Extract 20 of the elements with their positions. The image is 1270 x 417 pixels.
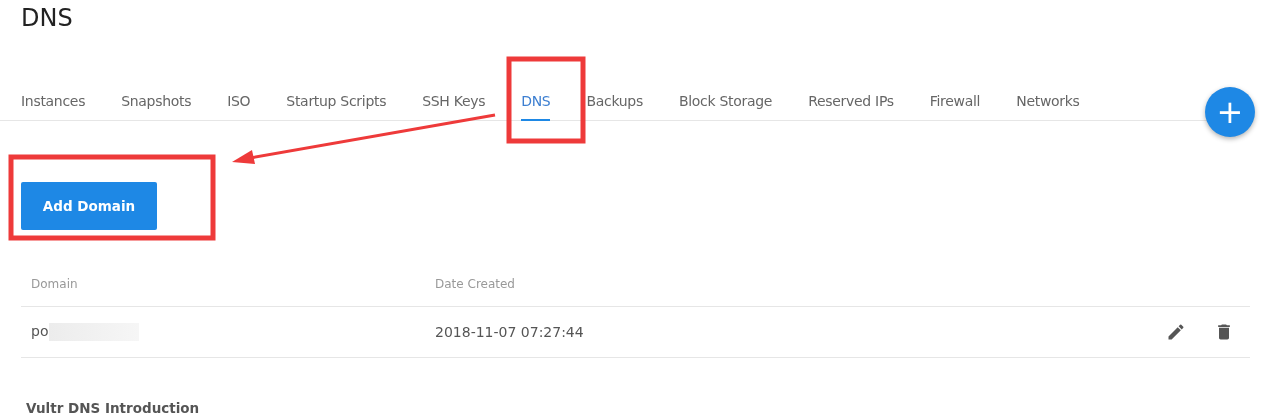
- column-header: Domain: [30, 277, 79, 291]
- tab[interactable]: Block Storage: [678, 74, 773, 121]
- add-domain-button[interactable]: Add Domain: [21, 182, 157, 230]
- tab[interactable]: Snapshots: [121, 74, 192, 121]
- add-fab-button[interactable]: +: [1205, 87, 1255, 137]
- table-cell-text: 2018-11-07 07:27:44: [434, 324, 585, 340]
- tab[interactable]: Firewall: [929, 74, 981, 121]
- page-title: DNS: [20, 3, 74, 34]
- tab[interactable]: SSH Keys: [422, 74, 486, 121]
- tab[interactable]: Instances: [21, 74, 86, 121]
- tab[interactable]: Networks: [1016, 74, 1080, 121]
- column-header: Date Created: [434, 277, 516, 291]
- table-cell: po: [21, 323, 425, 341]
- section-heading: Vultr DNS Introduction: [26, 400, 201, 416]
- tab[interactable]: DNS: [521, 74, 551, 121]
- tab[interactable]: ISO: [227, 74, 251, 121]
- tab[interactable]: Reserved IPs: [808, 74, 894, 121]
- tab[interactable]: Backups: [586, 74, 643, 121]
- tab[interactable]: Startup Scripts: [286, 74, 387, 121]
- edit-icon[interactable]: [1166, 322, 1186, 342]
